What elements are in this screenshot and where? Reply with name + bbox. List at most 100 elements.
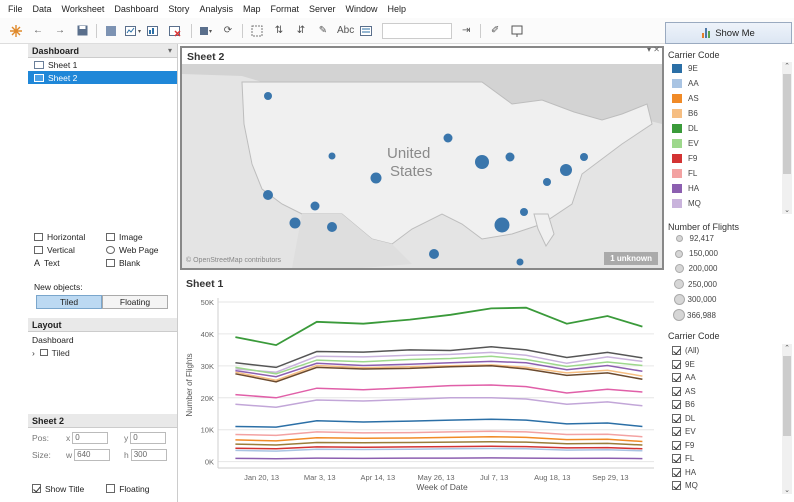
refresh-icon[interactable]: ⟳ bbox=[220, 22, 236, 40]
clear-sheet-icon[interactable] bbox=[169, 22, 185, 40]
w-field[interactable]: w 640 bbox=[66, 449, 124, 461]
carrier-filter-item[interactable]: B6 bbox=[672, 400, 695, 409]
forward-arrow-icon[interactable]: → bbox=[52, 22, 68, 40]
unknown-locations-badge[interactable]: 1 unknown bbox=[604, 252, 658, 265]
h-field[interactable]: h 300 bbox=[124, 449, 182, 461]
carrier-filter-item[interactable]: (All) bbox=[672, 346, 699, 355]
menu-window[interactable]: Window bbox=[346, 4, 378, 14]
object-vertical[interactable]: Vertical bbox=[34, 245, 106, 255]
menu-map[interactable]: Map bbox=[243, 4, 261, 14]
airport-marker[interactable] bbox=[516, 258, 524, 266]
menu-story[interactable]: Story bbox=[168, 4, 189, 14]
show-title-checkbox[interactable]: Show Title bbox=[32, 484, 84, 494]
series-line[interactable] bbox=[235, 384, 643, 399]
scroll-up-icon[interactable]: ⌃ bbox=[782, 62, 792, 70]
back-arrow-icon[interactable]: ← bbox=[30, 22, 46, 40]
menu-server[interactable]: Server bbox=[309, 4, 336, 14]
menu-dashboard[interactable]: Dashboard bbox=[114, 4, 158, 14]
menu-data[interactable]: Data bbox=[33, 4, 52, 14]
scrollbar-thumb[interactable] bbox=[783, 356, 791, 436]
highlight-icon[interactable]: ✎ bbox=[315, 22, 331, 40]
scroll-down-icon[interactable]: ⌄ bbox=[782, 206, 792, 214]
object-web-page[interactable]: Web Page bbox=[106, 245, 174, 255]
map-sheet[interactable]: Sheet 2 ▾ ✕ United States © OpenStreetMa… bbox=[180, 45, 664, 270]
airport-marker[interactable] bbox=[543, 178, 551, 186]
group-icon[interactable] bbox=[249, 22, 265, 40]
airport-marker[interactable] bbox=[263, 190, 273, 200]
carrier-legend-item[interactable]: AS bbox=[672, 94, 699, 103]
floating-button[interactable]: Floating bbox=[102, 295, 168, 309]
carrier-filter-item[interactable]: HA bbox=[672, 467, 696, 477]
carrier-legend-item[interactable]: MQ bbox=[672, 199, 701, 208]
y-field[interactable]: y0 bbox=[124, 432, 182, 444]
object-text[interactable]: A Text bbox=[34, 258, 106, 268]
carrier-filter-scrollbar[interactable]: ⌃ ⌄ bbox=[782, 344, 792, 494]
checkbox-icon[interactable] bbox=[672, 373, 681, 382]
carrier-filter-item[interactable]: EV bbox=[672, 427, 696, 436]
tableau-logo-icon[interactable] bbox=[8, 22, 24, 40]
carrier-legend-item[interactable]: DL bbox=[672, 124, 698, 133]
floating-checkbox[interactable]: Floating bbox=[106, 484, 149, 494]
airport-marker[interactable] bbox=[327, 222, 337, 232]
x-field[interactable]: x0 bbox=[66, 432, 124, 444]
tiled-button[interactable]: Tiled bbox=[36, 295, 102, 309]
airport-marker[interactable] bbox=[310, 201, 320, 211]
expand-chevron-icon[interactable]: › bbox=[32, 348, 35, 358]
carrier-filter-item[interactable]: MQ bbox=[672, 481, 698, 490]
h-value[interactable]: 300 bbox=[130, 449, 167, 461]
pin-icon[interactable]: ⇥ bbox=[458, 22, 474, 40]
checkbox-icon[interactable] bbox=[672, 427, 681, 436]
line-chart[interactable]: 0K 10K 20K 30K 40K 50K Jan 20, 13 Mar 3, 13 Apr… bbox=[180, 272, 664, 502]
checkbox-icon[interactable] bbox=[672, 346, 681, 355]
series-line[interactable] bbox=[235, 430, 643, 438]
series-line[interactable] bbox=[235, 435, 643, 443]
carrier-legend-item[interactable]: FL bbox=[672, 169, 697, 178]
add-datasource-icon[interactable] bbox=[103, 22, 119, 40]
checkbox-icon[interactable] bbox=[672, 386, 681, 396]
menu-file[interactable]: File bbox=[8, 4, 23, 14]
carrier-legend-scrollbar[interactable]: ⌃ ⌄ bbox=[782, 62, 792, 214]
y-value[interactable]: 0 bbox=[130, 432, 167, 444]
carrier-legend-item[interactable]: F9 bbox=[672, 154, 697, 163]
presentation-icon[interactable] bbox=[509, 22, 525, 40]
sheet-list-item[interactable]: Sheet 2 bbox=[28, 71, 177, 84]
checkbox-icon[interactable] bbox=[672, 467, 681, 477]
object-image[interactable]: Image bbox=[106, 232, 174, 242]
save-icon[interactable] bbox=[74, 22, 90, 40]
carrier-filter-item[interactable]: DL bbox=[672, 413, 695, 423]
airport-marker[interactable] bbox=[443, 133, 453, 143]
swap-icon[interactable] bbox=[198, 22, 214, 40]
line-chart-sheet[interactable]: Sheet 1 0K 10K 20K 30K 40K 50K Jan 20, 13 Mar … bbox=[180, 272, 664, 502]
checkbox-icon[interactable] bbox=[672, 481, 681, 490]
series-line[interactable] bbox=[235, 418, 643, 428]
sort-ascending-icon[interactable]: ⇅ bbox=[271, 22, 287, 40]
close-icon[interactable]: ▾ ✕ bbox=[647, 45, 660, 54]
fit-icon[interactable] bbox=[360, 22, 376, 40]
carrier-filter-item[interactable]: AA bbox=[672, 373, 696, 382]
series-line[interactable] bbox=[235, 441, 643, 446]
airport-marker[interactable] bbox=[494, 217, 510, 233]
carrier-legend-item[interactable]: AA bbox=[672, 79, 699, 88]
new-sheet-icon[interactable] bbox=[125, 22, 141, 40]
object-blank[interactable]: Blank bbox=[106, 258, 174, 268]
airport-marker[interactable] bbox=[580, 153, 588, 161]
checkbox-icon[interactable] bbox=[672, 454, 681, 463]
airport-marker[interactable] bbox=[370, 172, 382, 184]
menu-help[interactable]: Help bbox=[388, 4, 407, 14]
carrier-legend-item[interactable]: HA bbox=[672, 184, 699, 193]
airport-marker[interactable] bbox=[429, 249, 439, 259]
sheet-list-item[interactable]: Sheet 1 bbox=[28, 58, 177, 71]
airport-marker[interactable] bbox=[289, 217, 301, 229]
scrollbar-thumb[interactable] bbox=[783, 74, 791, 174]
scroll-down-icon[interactable]: ⌄ bbox=[782, 486, 792, 494]
menu-worksheet[interactable]: Worksheet bbox=[62, 4, 105, 14]
scroll-up-icon[interactable]: ⌃ bbox=[782, 344, 792, 352]
collapse-arrow-icon[interactable]: ▾ bbox=[168, 46, 172, 55]
menu-format[interactable]: Format bbox=[270, 4, 299, 14]
w-value[interactable]: 640 bbox=[74, 449, 111, 461]
series-line[interactable] bbox=[235, 397, 643, 409]
sort-descending-icon[interactable]: ⇵ bbox=[293, 22, 309, 40]
carrier-filter-item[interactable]: FL bbox=[672, 454, 694, 463]
carrier-legend-item[interactable]: EV bbox=[672, 139, 699, 148]
checkbox-icon[interactable] bbox=[672, 359, 681, 369]
